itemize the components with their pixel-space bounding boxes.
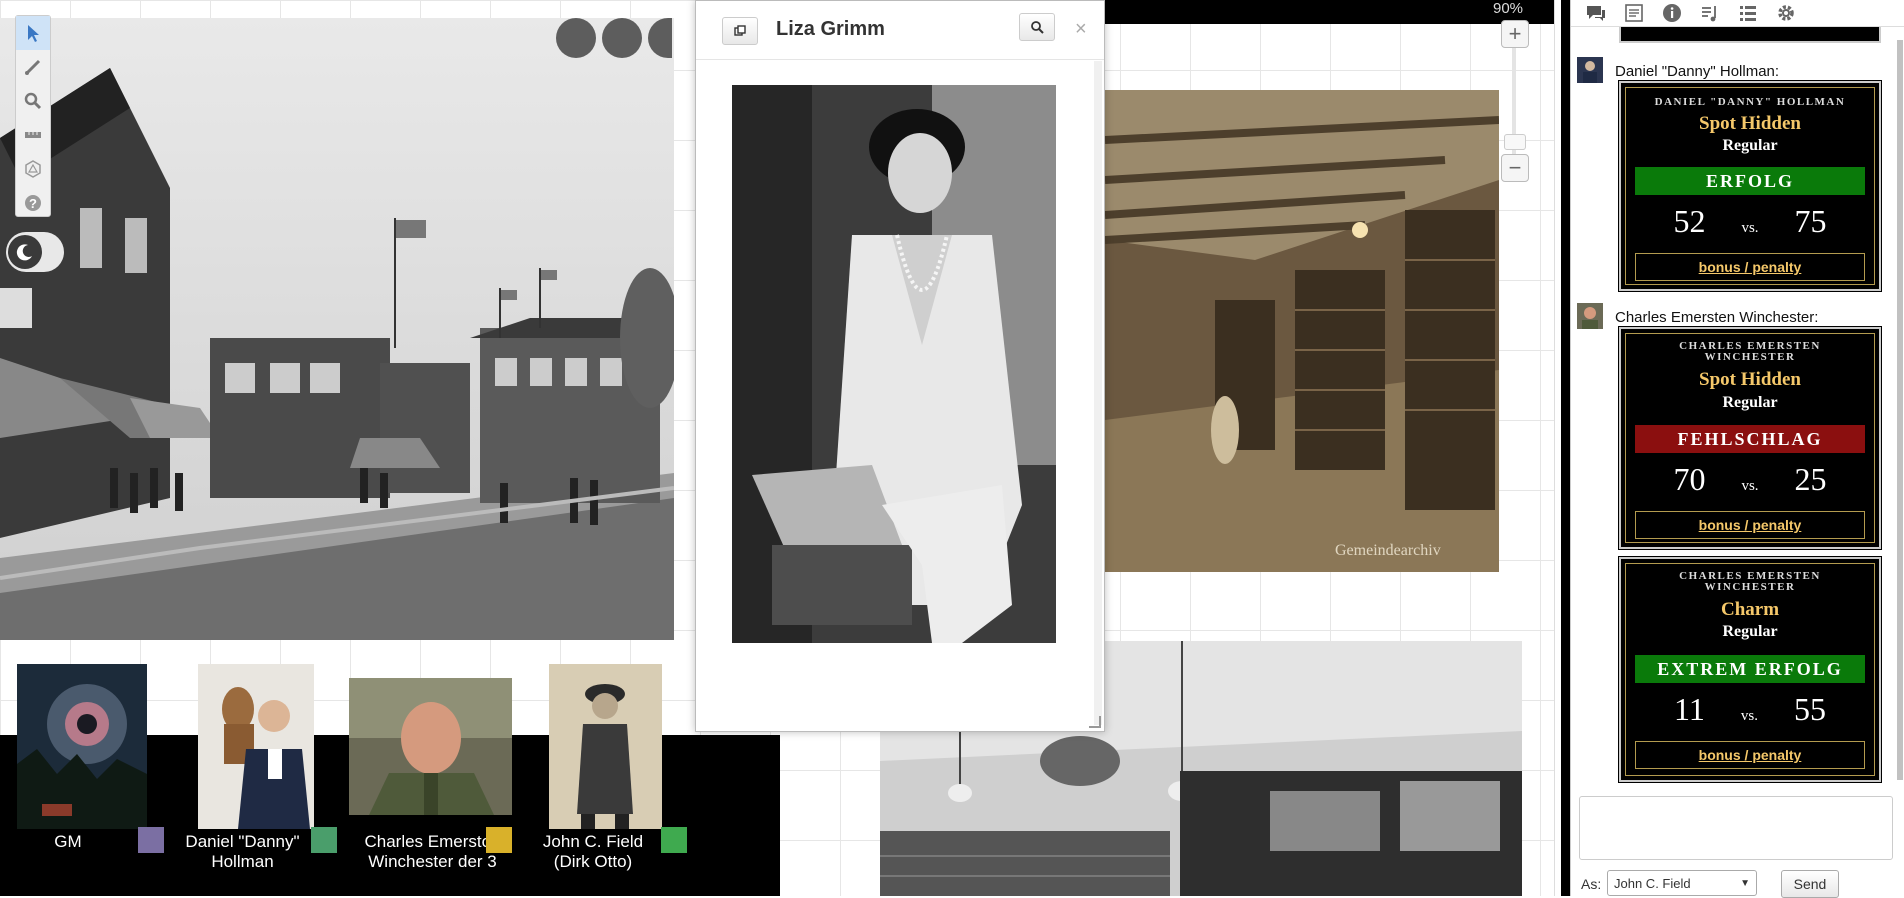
player-color-swatch [661, 827, 687, 853]
bonus-penalty-button[interactable]: bonus / penalty [1635, 741, 1865, 769]
zoom-slider[interactable]: + − [1501, 20, 1529, 182]
card-vs: vs. [1740, 708, 1758, 724]
town-street-photo[interactable] [0, 18, 674, 640]
player-avatar[interactable] [349, 678, 512, 815]
handout-header: Liza Grimm × [696, 1, 1104, 60]
chat-input[interactable] [1579, 796, 1893, 860]
card-roll: 52 [1673, 203, 1706, 239]
bonus-penalty-button[interactable]: bonus / penalty [1635, 511, 1865, 539]
card-target: 25 [1794, 461, 1827, 497]
card-skill: Charm [1720, 599, 1780, 620]
close-icon[interactable]: × [1075, 18, 1087, 41]
message-speaker: Charles Emersten Winchester: [1615, 309, 1819, 326]
map-control-icon[interactable] [556, 18, 596, 58]
map-control-icon[interactable] [602, 18, 642, 58]
player-avatar[interactable] [17, 664, 147, 829]
player-avatar[interactable] [549, 664, 662, 829]
handout-portrait-image[interactable] [732, 85, 1056, 643]
roll-card: Charles Emersten Winchester Spot Hidden … [1618, 326, 1882, 550]
card-roll-values: 70 vs. 25 [1621, 461, 1879, 498]
zoom-track[interactable] [1512, 48, 1516, 168]
card-skill: Spot Hidden [1699, 113, 1801, 134]
zoom-handle[interactable] [1504, 134, 1526, 150]
roll-card: Daniel "Danny" Hollman Spot Hidden Regul… [1618, 80, 1882, 292]
card-result: EXTREM ERFOLG [1635, 655, 1865, 683]
as-label: As: [1581, 876, 1602, 892]
card-character: Charles Emersten Winchester [1679, 340, 1821, 363]
card-vs: vs. [1741, 220, 1759, 236]
message-speaker: Daniel "Danny" Hollman: [1615, 63, 1780, 80]
right-sidebar: Daniel "Danny" Hollman: Daniel "Danny" H… [1570, 0, 1904, 898]
zoom-icon[interactable] [16, 84, 50, 118]
avatar [1577, 57, 1603, 83]
zoom-level: 90% [1493, 0, 1524, 17]
dice-icon[interactable] [16, 152, 50, 186]
panel-divider[interactable] [1554, 0, 1571, 896]
player-color-swatch [311, 827, 337, 853]
zoom-out-icon[interactable]: − [1501, 154, 1529, 182]
collections-icon[interactable] [1729, 0, 1767, 26]
card-character: Daniel "Danny" Hollman [1654, 96, 1846, 108]
zoom-in-icon[interactable]: + [1501, 20, 1529, 48]
card-target: 75 [1794, 203, 1827, 239]
card-result: ERFOLG [1635, 167, 1865, 195]
player-name: GM [54, 832, 82, 851]
card-skill: Spot Hidden [1699, 369, 1801, 390]
divider-edge [1555, 0, 1561, 896]
popout-icon[interactable] [722, 17, 758, 45]
card-character: Charles Emersten Winchester [1679, 570, 1821, 593]
archive-watermark: Gemeindearchiv [1335, 542, 1441, 559]
chat-log[interactable]: Daniel "Danny" Hollman: Daniel "Danny" H… [1571, 27, 1895, 787]
roll-card: Charles Emersten Winchester Charm Regula… [1618, 556, 1882, 783]
previous-roll-card [1619, 27, 1881, 43]
handout-window[interactable]: Liza Grimm × [695, 0, 1105, 732]
info-icon[interactable] [1653, 0, 1691, 26]
card-difficulty: Regular [1722, 394, 1778, 411]
chat-scrollbar[interactable] [1897, 40, 1903, 780]
tabletop-canvas[interactable]: 90% Gemeindearchiv ? + − GM Daniel "Dann… [0, 0, 1560, 896]
settings-icon[interactable] [1767, 0, 1805, 26]
measure-icon[interactable] [16, 118, 50, 152]
search-icon[interactable] [1019, 13, 1055, 41]
speaking-as-value: John C. Field [1614, 875, 1691, 891]
send-button[interactable]: Send [1781, 870, 1839, 898]
dark-mode-toggle[interactable] [6, 232, 64, 272]
help-icon[interactable]: ? [16, 186, 50, 220]
player-name: Daniel "Danny" Hollman [185, 832, 300, 871]
library-sepia-photo[interactable]: Gemeindearchiv [1105, 90, 1499, 572]
moon-icon [8, 235, 42, 269]
jukebox-icon[interactable] [1691, 0, 1729, 26]
tool-palette: ? [15, 15, 51, 217]
handout-scrollbar[interactable] [1094, 61, 1102, 725]
player-color-swatch [138, 827, 164, 853]
svg-text:?: ? [29, 196, 37, 211]
journal-icon[interactable] [1615, 0, 1653, 26]
bonus-penalty-button[interactable]: bonus / penalty [1635, 253, 1865, 281]
player-color-swatch [486, 827, 512, 853]
card-roll-values: 52 vs. 75 [1621, 203, 1879, 240]
card-target: 55 [1793, 691, 1826, 727]
select-icon[interactable] [16, 16, 50, 50]
sidebar-tabs [1571, 0, 1904, 27]
card-vs: vs. [1741, 478, 1759, 494]
card-roll: 70 [1673, 461, 1706, 497]
chevron-down-icon: ▼ [1740, 877, 1750, 889]
card-roll-values: 11 vs. 55 [1621, 691, 1879, 728]
draw-icon[interactable] [16, 50, 50, 84]
chat-scroll-thumb[interactable] [1897, 40, 1903, 780]
speaking-as-select[interactable]: John C. Field ▼ [1607, 870, 1757, 896]
card-roll: 11 [1674, 691, 1705, 727]
card-difficulty: Regular [1722, 623, 1778, 640]
player-avatar[interactable] [198, 664, 314, 829]
player-name: John C. Field (Dirk Otto) [542, 832, 644, 871]
resize-handle[interactable] [1089, 716, 1101, 728]
map-top-border [1105, 0, 1560, 24]
handout-title: Liza Grimm [776, 18, 885, 40]
chat-icon[interactable] [1577, 0, 1615, 26]
avatar [1577, 303, 1603, 329]
card-result: FEHLSCHLAG [1635, 425, 1865, 453]
card-difficulty: Regular [1722, 137, 1778, 154]
